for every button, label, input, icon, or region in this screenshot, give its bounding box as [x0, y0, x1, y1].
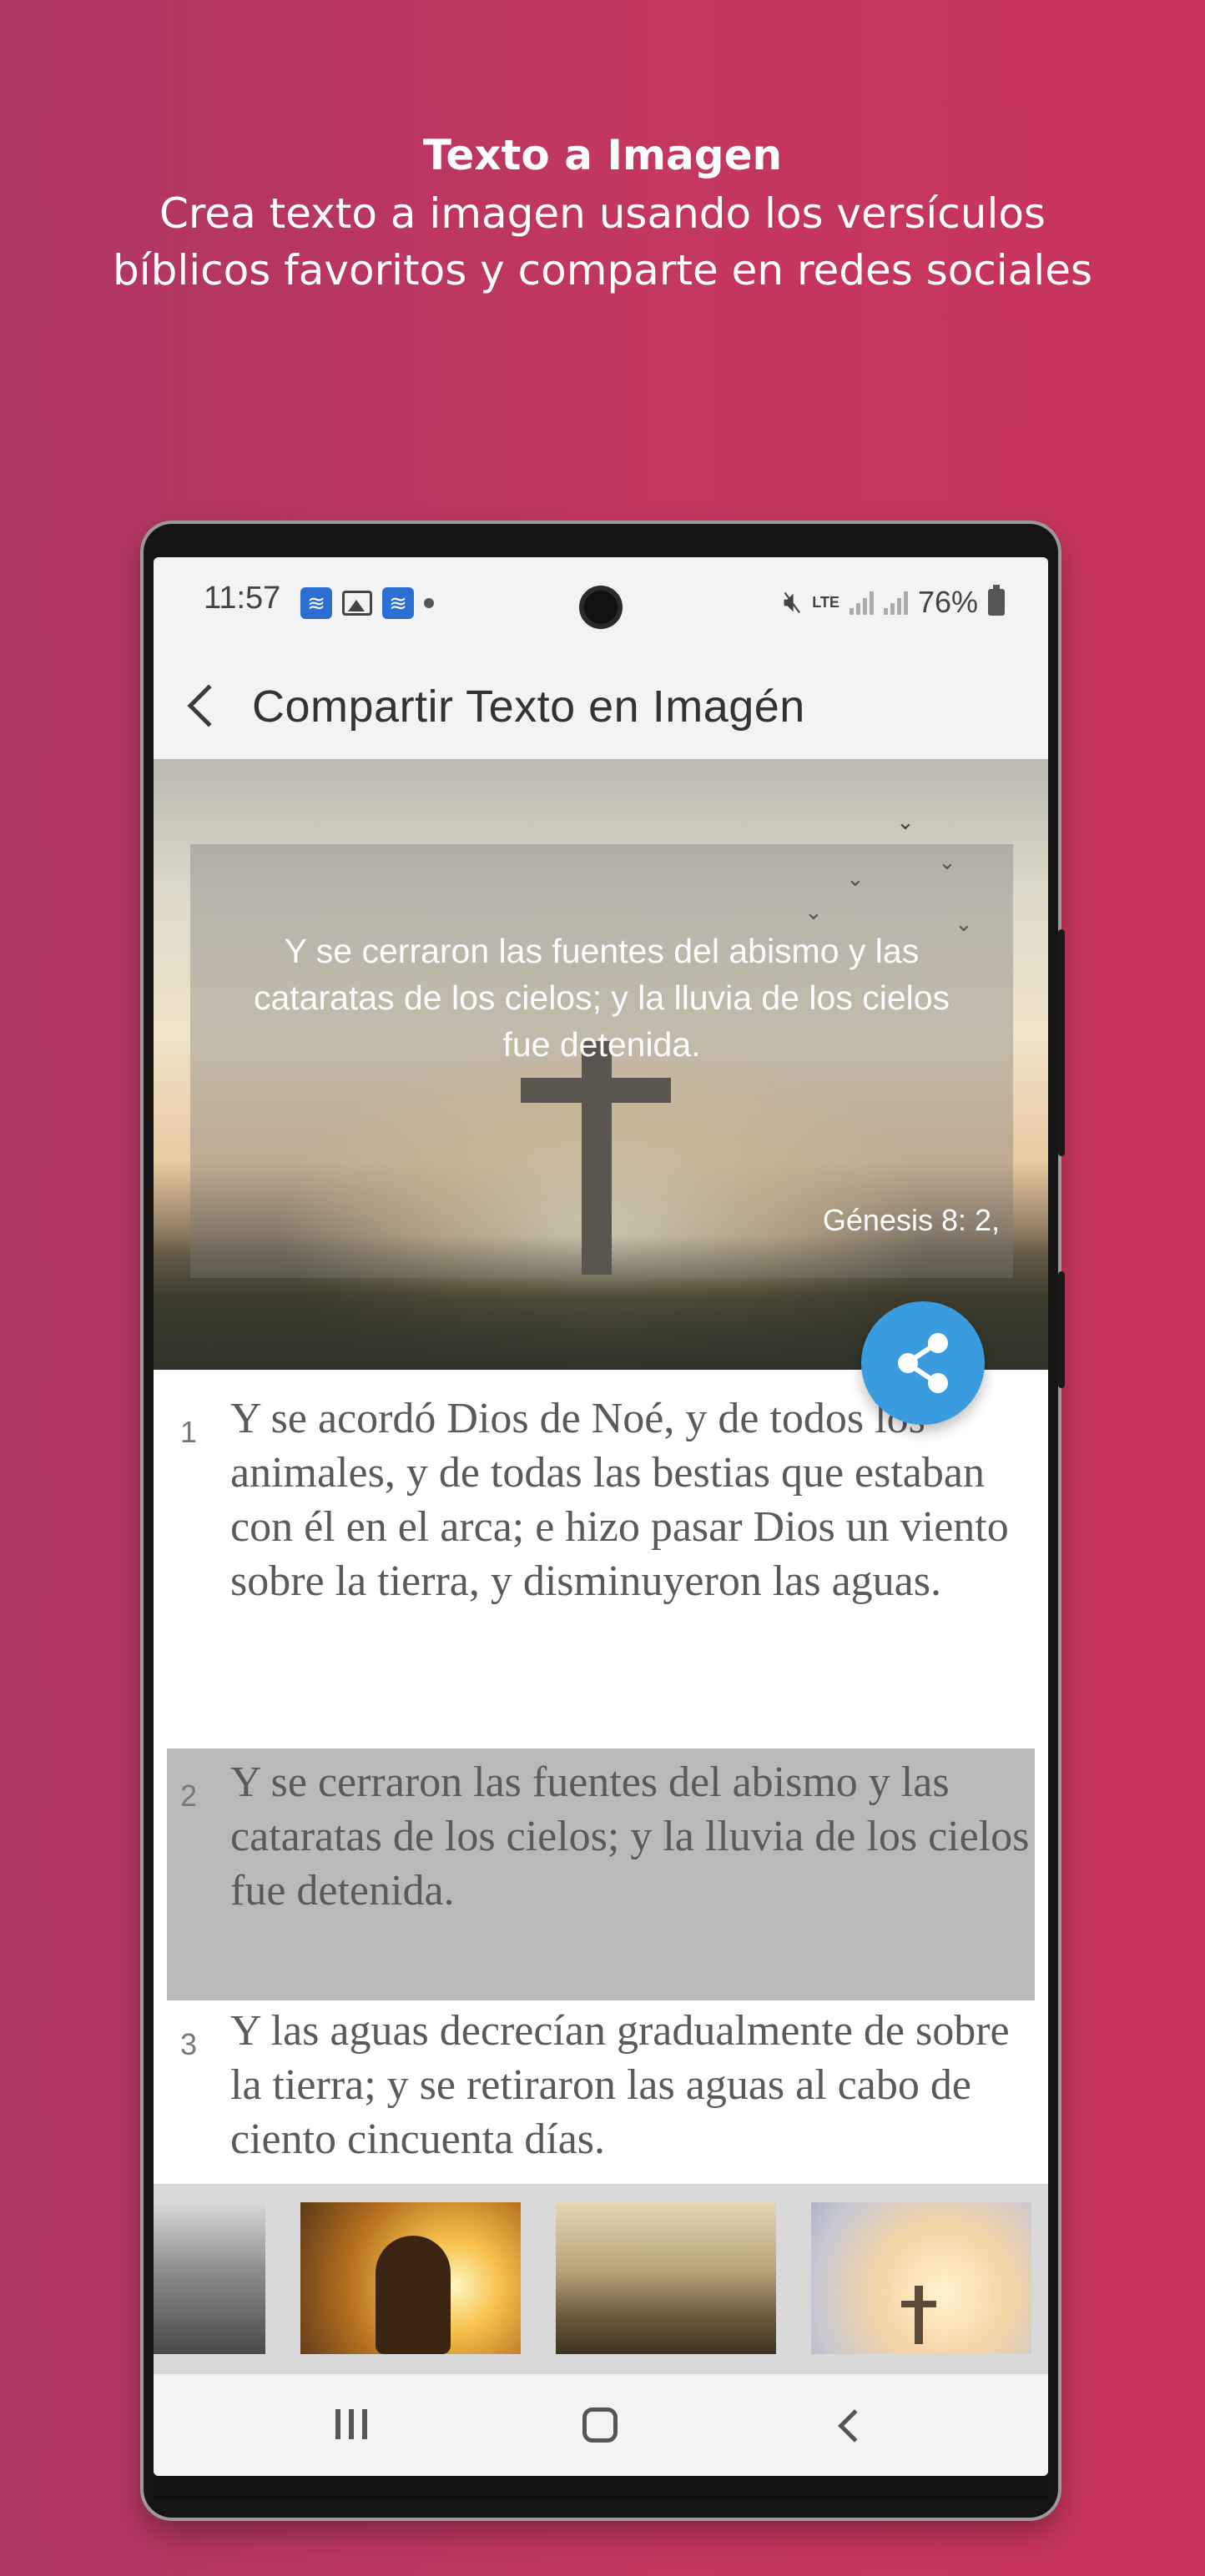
overlay-verse-text: Y se cerraron las fuentes del abismo y l… — [253, 932, 950, 1064]
verse-number: 3 — [180, 2027, 198, 2061]
recent-apps-icon[interactable] — [335, 2409, 367, 2439]
phone-frame: 11:57 ≋ ≋ 🔇︎ LTE 76% Compartir Texto en … — [144, 524, 1065, 2518]
app-notification-icon-2: ≋ — [382, 587, 414, 619]
battery-icon — [988, 584, 1005, 616]
background-thumbnail[interactable] — [556, 2202, 776, 2354]
verse-list: 1 Y se acordó Dios de Noé, y de todos lo… — [154, 1370, 1048, 2184]
mute-icon: 🔇︎ — [783, 584, 803, 618]
lte-icon: LTE — [812, 593, 839, 611]
background-thumbnail[interactable] — [811, 2202, 1031, 2354]
battery-percent: 76% — [917, 584, 978, 619]
nav-back-icon[interactable] — [838, 2409, 871, 2443]
system-nav-bar — [154, 2374, 1048, 2476]
verse-item[interactable]: 3 Y las aguas decrecían gradualmente de … — [167, 2002, 1035, 2184]
home-icon[interactable] — [582, 2407, 618, 2443]
share-button[interactable] — [861, 1301, 985, 1425]
notification-icons: ≋ ≋ — [300, 587, 434, 619]
overlay-reference: Génesis 8: 2, — [822, 1203, 1000, 1237]
more-notifications-dot-icon — [424, 598, 434, 608]
page-title: Compartir Texto en Imagén — [252, 682, 805, 732]
gallery-notification-icon — [342, 591, 372, 616]
promo-title: Texto a Imagen — [422, 131, 783, 179]
promo-subtitle-line2: bíblicos favoritos y comparte en redes s… — [112, 246, 1093, 294]
cross-silhouette — [915, 2286, 923, 2344]
verse-item[interactable]: 1 Y se acordó Dios de Noé, y de todos lo… — [167, 1391, 1035, 1675]
cross-silhouette-bar — [901, 2301, 936, 2307]
promo-subtitle-line1: Crea texto a imagen usando los versículo… — [159, 189, 1046, 238]
side-button-lower — [1058, 1271, 1065, 1388]
verse-item-selected[interactable]: 2 Y se cerraron las fuentes del abismo y… — [167, 1748, 1035, 2000]
background-thumbnail[interactable] — [154, 2202, 265, 2354]
person-silhouette — [376, 2236, 451, 2354]
status-time: 11:57 — [204, 581, 281, 616]
verse-number: 1 — [180, 1415, 198, 1449]
verse-text: Y se cerraron las fuentes del abismo y l… — [230, 1758, 1030, 1914]
signal-icon — [849, 590, 874, 615]
verse-text: Y las aguas decrecían gradualmente de so… — [230, 2007, 1010, 2163]
promo-header: Texto a Imagen Crea texto a imagen usand… — [0, 125, 1205, 299]
front-camera — [579, 586, 623, 629]
signal-icon-2 — [883, 590, 908, 615]
status-right: 🔇︎ LTE 76% — [784, 584, 1005, 620]
verse-overlay[interactable]: Y se cerraron las fuentes del abismo y l… — [190, 844, 1013, 1278]
bird-silhouette: ⌄ — [896, 809, 915, 834]
background-picker — [154, 2184, 1048, 2374]
share-icon — [898, 1333, 948, 1393]
phone-bottom-bezel — [154, 2476, 1048, 2501]
image-preview: ⌄ ⌄ ⌄ ⌄ ⌄ Y se cerraron las fuentes del … — [154, 759, 1048, 1370]
side-button-upper — [1058, 929, 1065, 1156]
phone-screen: 11:57 ≋ ≋ 🔇︎ LTE 76% Compartir Texto en … — [154, 557, 1048, 2476]
app-bar: Compartir Texto en Imagén — [154, 654, 1048, 759]
verse-number: 2 — [180, 1779, 198, 1813]
back-arrow-icon[interactable] — [187, 684, 230, 727]
app-notification-icon: ≋ — [300, 587, 332, 619]
background-thumbnail[interactable] — [300, 2202, 521, 2354]
